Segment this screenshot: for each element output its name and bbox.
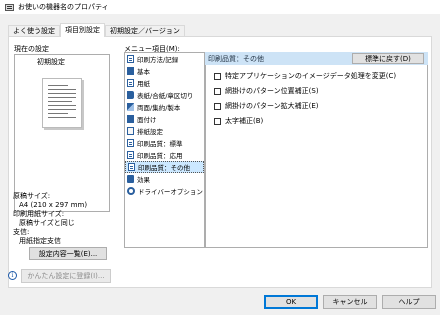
window-title: お使いの機器名のプロパティ [18, 3, 109, 11]
quality-standard-icon [127, 139, 134, 147]
menu-item-output[interactable]: 排紙設定 [125, 125, 204, 137]
menu-item-quality-other[interactable]: 印刷品質：その他 [125, 161, 204, 173]
info-support-value: 用紙指定支信 [19, 237, 61, 245]
menu-item-paper[interactable]: 用紙 [125, 77, 204, 89]
dialog-body: よく使う設定 項目別設定 初期設定／バージョン 現在の設定 初期設定 原稿サイズ… [0, 14, 440, 315]
info-icon: i [8, 271, 17, 280]
restore-default-button[interactable]: 標準に戻す(D) [352, 53, 424, 64]
info-original-size-label: 原稿サイズ: [13, 192, 51, 200]
option-app-image-processing[interactable]: 特定アプリケーションのイメージデータ処理を変更(C) [214, 71, 396, 81]
paper-icon [127, 79, 134, 87]
imposition-icon [127, 115, 134, 123]
info-support-label: 支信: [13, 228, 30, 236]
option-pattern-position[interactable]: 網掛けのパターン位置補正(S) [214, 86, 319, 96]
basic-icon [127, 67, 134, 75]
paper-preview [42, 78, 82, 128]
title-bar: お使いの機器名のプロパティ [0, 0, 440, 14]
ok-button[interactable]: OK [264, 295, 318, 309]
menu-item-basic[interactable]: 基本 [125, 65, 204, 77]
printer-icon [5, 3, 14, 11]
menu-item-imposition[interactable]: 面付け [125, 113, 204, 125]
cover-icon [127, 91, 134, 99]
option-bold-correction[interactable]: 太字補正(B) [214, 116, 263, 126]
menu-item-quality-standard[interactable]: 印刷品質：標準 [125, 137, 204, 149]
info-paper-size-label: 印刷用紙サイズ: [13, 210, 65, 218]
register-easy-setting-button[interactable]: かんたん設定に登録(I)... [21, 269, 111, 283]
info-original-size-value: A4 (210 x 297 mm) [19, 201, 88, 209]
preview-heading: 現在の設定 [14, 45, 49, 53]
quality-advanced-icon [127, 151, 134, 159]
checkbox[interactable] [214, 87, 221, 95]
menu-item-cover[interactable]: 表紙/合紙/章区切り [125, 89, 204, 101]
tab-strip: よく使う設定 項目別設定 初期設定／バージョン [8, 23, 185, 37]
checkbox[interactable] [214, 117, 221, 125]
menu-item-print-method[interactable]: 印刷方法/記録 [125, 53, 204, 65]
preview-subheading: 初期設定 [37, 58, 65, 66]
gear-icon [127, 187, 135, 195]
checkbox[interactable] [214, 72, 221, 80]
checkbox[interactable] [214, 102, 221, 110]
help-button[interactable]: ヘルプ [382, 295, 436, 309]
menu-list[interactable]: 印刷方法/記録 基本 用紙 表紙/合紙/章区切り 両面/集約/製本 面付け 排紙… [124, 52, 205, 248]
settings-pane [205, 52, 428, 248]
output-icon [127, 127, 134, 135]
cancel-button[interactable]: キャンセル [323, 295, 377, 309]
option-pattern-enlarge[interactable]: 網掛けのパターン拡大補正(E) [214, 101, 319, 111]
menu-item-quality-advanced[interactable]: 印刷品質：応用 [125, 149, 204, 161]
settings-list-button[interactable]: 設定内容一覧(E)... [29, 247, 107, 260]
menu-item-duplex[interactable]: 両面/集約/製本 [125, 101, 204, 113]
duplex-icon [127, 103, 134, 111]
menu-item-effect[interactable]: 効果 [125, 173, 204, 185]
info-paper-size-value: 原稿サイズと同じ [19, 219, 75, 227]
preview-info: 原稿サイズ: A4 (210 x 297 mm) 印刷用紙サイズ: 原稿サイズと… [13, 192, 109, 246]
menu-item-driver-options[interactable]: ドライバーオプション [125, 185, 204, 197]
print-method-icon [127, 55, 134, 63]
tab-item-settings[interactable]: 項目別設定 [60, 23, 105, 37]
effect-icon [127, 175, 134, 183]
quality-other-icon [128, 163, 135, 171]
